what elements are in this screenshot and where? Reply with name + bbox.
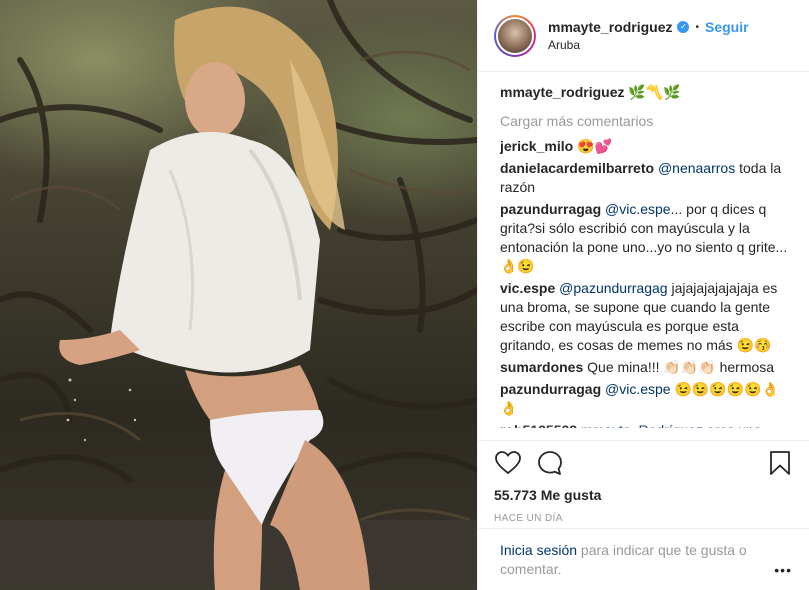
- comment-item: pazundurragag @vic.espe 😉😉😉😉😉👌👌: [500, 380, 794, 418]
- post-side-panel: mmayte_rodriguez ✓ • Seguir Aruba mmayte…: [477, 0, 809, 590]
- instagram-post-modal: mmayte_rodriguez ✓ • Seguir Aruba mmayte…: [0, 0, 809, 590]
- comments-list[interactable]: mmayte_rodriguez 🌿〽️🌿 Cargar más comenta…: [478, 72, 809, 435]
- comment-text: eres una...: [703, 422, 774, 435]
- comment-text: Que mina!!! 👏🏻👏🏻👏🏻 hermosa: [583, 359, 775, 375]
- more-options-icon[interactable]: •••: [774, 561, 792, 580]
- bookmark-icon: [770, 451, 790, 475]
- comment-item: pazundurragag @vic.espe... por q dices q…: [500, 200, 794, 276]
- comment-item: sumardones Que mina!!! 👏🏻👏🏻👏🏻 hermosa: [500, 358, 794, 377]
- header-line: mmayte_rodriguez ✓ • Seguir: [548, 19, 749, 35]
- comment-mention[interactable]: @pazundurragag: [555, 280, 667, 296]
- login-link[interactable]: Inicia sesión: [500, 542, 577, 558]
- post-timestamp[interactable]: Hace un día: [494, 513, 794, 524]
- avatar[interactable]: [496, 16, 534, 55]
- comment-username[interactable]: vic.espe: [500, 280, 555, 296]
- save-button[interactable]: [766, 449, 794, 477]
- likes-count[interactable]: 55.773 Me gusta: [494, 487, 794, 503]
- comment-username[interactable]: pazundurragag: [500, 201, 601, 217]
- avatar-story-ring[interactable]: [494, 14, 536, 57]
- location-link[interactable]: Aruba: [548, 38, 749, 52]
- caption-text: 🌿〽️🌿: [624, 84, 681, 100]
- comment-mention[interactable]: mmayte_Rodríguez: [577, 422, 703, 428]
- comment-username[interactable]: pazundurragag: [500, 381, 601, 397]
- comment-button[interactable]: [536, 449, 564, 477]
- post-header: mmayte_rodriguez ✓ • Seguir Aruba: [478, 0, 809, 72]
- load-more-comments-button[interactable]: Cargar más comentarios: [500, 113, 794, 129]
- dot-separator: •: [695, 21, 699, 33]
- comment-username[interactable]: sumardones: [500, 359, 583, 375]
- follow-button[interactable]: Seguir: [705, 19, 749, 35]
- photo-illustration: [0, 0, 477, 590]
- heart-icon: [495, 451, 521, 475]
- comment-item: vic.espe @pazundurragag jajajajajajajaja…: [500, 279, 794, 355]
- comment-username[interactable]: danielacardemilbarreto: [500, 160, 654, 176]
- caption-username[interactable]: mmayte_rodriguez: [500, 84, 624, 100]
- like-button[interactable]: [494, 449, 522, 477]
- comment-item-partial: rob5125528 mmayte_Rodríguez eres una...: [500, 421, 794, 435]
- comment-mention[interactable]: @vic.espe: [601, 381, 671, 397]
- header-text: mmayte_rodriguez ✓ • Seguir Aruba: [548, 19, 749, 52]
- check-badge-icon: ✓: [677, 21, 690, 33]
- comment-item: danielacardemilbarreto @nenaarros toda l…: [500, 159, 794, 197]
- comment-item: jerick_milo 😍💕: [500, 137, 794, 156]
- comment-username[interactable]: jerick_milo: [500, 138, 573, 154]
- comment-username[interactable]: rob5125528: [500, 422, 577, 428]
- speech-bubble-icon: [538, 451, 562, 475]
- login-prompt: Inicia sesión para indicar que te gusta …: [478, 528, 809, 579]
- post-caption: mmayte_rodriguez 🌿〽️🌿: [500, 80, 794, 101]
- post-photo[interactable]: [0, 0, 477, 590]
- comment-mention[interactable]: @vic.espe: [601, 201, 671, 217]
- header-username[interactable]: mmayte_rodriguez: [548, 19, 672, 35]
- comment-text: 😍💕: [573, 138, 612, 154]
- action-icons-row: [494, 445, 794, 481]
- comment-mention[interactable]: @nenaarros: [654, 160, 735, 176]
- post-actions: 55.773 Me gusta Hace un día: [478, 440, 809, 524]
